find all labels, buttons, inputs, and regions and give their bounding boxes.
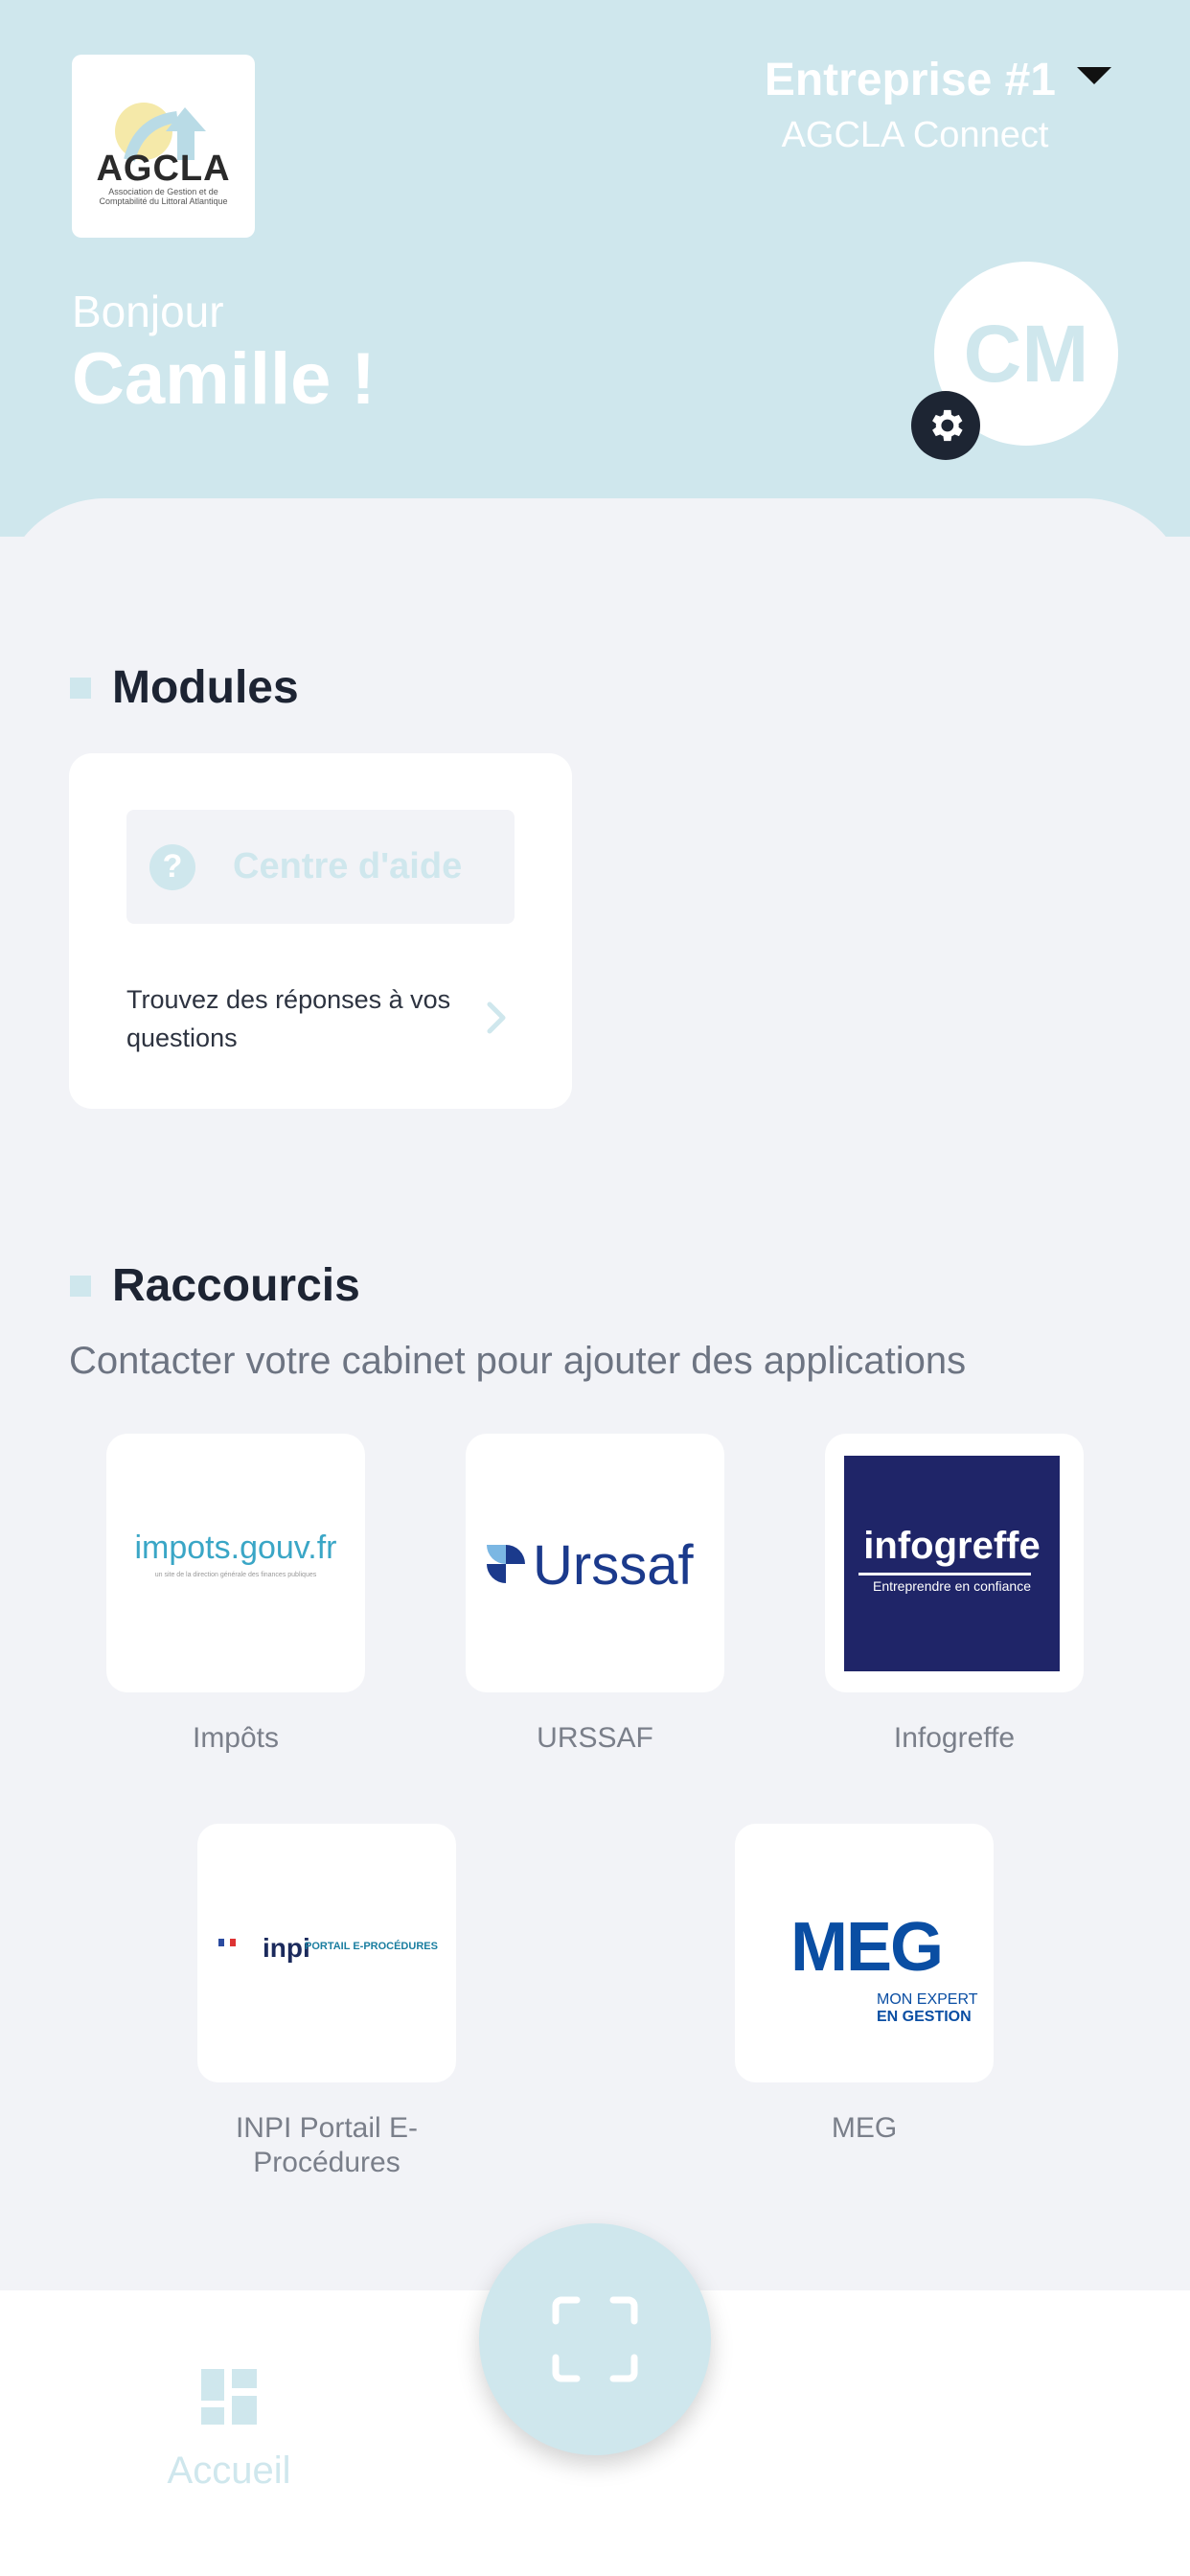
infogreffe-logo-sub: Entreprendre en confiance <box>873 1578 1031 1594</box>
app-name: AGCLA Connect <box>781 115 1049 155</box>
inpi-logo-text: inpi <box>263 1933 310 1963</box>
infogreffe-underline <box>858 1573 1031 1576</box>
module-description: Trouvez des réponses à vos questions <box>126 985 451 1052</box>
app-tile-impots[interactable]: impots.gouv.fr un site de la direction g… <box>106 1434 365 1692</box>
caret-down-icon[interactable] <box>1077 67 1111 84</box>
app-label-impots: Impôts <box>192 1722 280 1754</box>
scan-frame-icon <box>552 2296 638 2382</box>
logo-text: AGCLA <box>96 149 231 189</box>
app-tile-meg[interactable]: MEG MON EXPERT EN GESTION <box>735 1824 994 2082</box>
module-label: Centre d'aide <box>233 846 463 886</box>
section-marker <box>70 1276 91 1297</box>
app-tile-inpi[interactable]: inpi PORTAIL E-PROCÉDURES <box>197 1824 456 2082</box>
infogreffe-logo: infogreffe Entreprendre en confiance <box>844 1456 1060 1671</box>
meg-logo-text: MEG <box>790 1909 944 1986</box>
app-label-inpi: INPI Portail E-Procédures <box>235 2112 419 2178</box>
nav-home-label[interactable]: Accueil <box>133 2450 325 2493</box>
app-label-meg: MEG <box>831 2112 898 2144</box>
logo-subtitle: Association de Gestion et de Comptabilit… <box>99 187 228 206</box>
urssaf-logo-text: Urssaf <box>533 1534 694 1597</box>
module-card-help-center[interactable]: ? Centre d'aide Trouvez des réponses à v… <box>69 753 572 1109</box>
chevron-right-icon[interactable] <box>476 999 515 1037</box>
inpi-logo-sub: PORTAIL E-PROCÉDURES <box>305 1941 438 1952</box>
section-marker <box>70 678 91 699</box>
modules-title: Modules <box>112 662 299 713</box>
company-selector[interactable]: Entreprise #1 <box>765 54 1056 106</box>
infogreffe-logo-text: infogreffe <box>863 1525 1041 1567</box>
impots-logo-text: impots.gouv.fr <box>134 1530 337 1566</box>
french-flag-icon <box>218 1939 236 1946</box>
shortcuts-title: Raccourcis <box>112 1260 360 1311</box>
header: AGCLA Association de Gestion et de Compt… <box>0 0 1190 537</box>
shortcuts-subtitle: Contacter votre cabinet pour ajouter des… <box>69 1340 967 1382</box>
app-tile-infogreffe[interactable]: infogreffe Entreprendre en confiance <box>825 1434 1084 1692</box>
greeting: Bonjour <box>72 287 224 336</box>
scan-button[interactable] <box>479 2223 711 2455</box>
meg-logo-sub2: EN GESTION <box>877 2009 972 2025</box>
app-tile-urssaf[interactable]: Urssaf <box>466 1434 724 1692</box>
question-mark-icon: ? <box>149 843 195 890</box>
settings-gear-icon[interactable] <box>911 391 980 460</box>
agcla-logo: AGCLA Association de Gestion et de Compt… <box>72 55 255 238</box>
app-label-infogreffe: Infogreffe <box>893 1722 1016 1754</box>
dashboard-icon[interactable] <box>201 2369 257 2425</box>
meg-logo-sub1: MON EXPERT <box>877 1991 978 2008</box>
app-label-urssaf: URSSAF <box>537 1722 653 1754</box>
impots-logo-sub: un site de la direction générale des fin… <box>154 1572 317 1578</box>
user-name: Camille ! <box>72 338 376 420</box>
help-center-button[interactable]: ? Centre d'aide <box>126 810 515 924</box>
urssaf-mark-icon <box>487 1545 525 1583</box>
